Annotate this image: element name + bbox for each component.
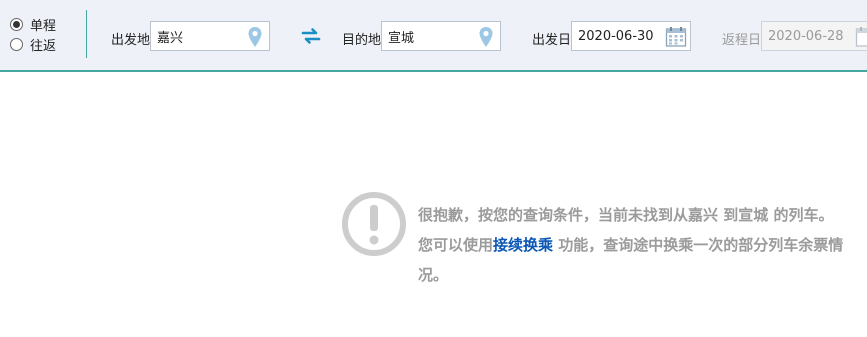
return-date-input: 2020-06-28 (761, 21, 867, 51)
from-station-value: 嘉兴 (157, 30, 184, 46)
divider (86, 10, 87, 58)
return-date-value: 2020-06-28 (768, 28, 844, 44)
location-pin-icon[interactable] (247, 26, 263, 48)
search-toolbar: 单程 往返 出发地 嘉兴 目的地 宣城 出发日 2020-06-30 返程日 2… (0, 0, 867, 72)
no-results-text: 很抱歉，按您的查询条件，当前未找到从嘉兴 到宣城 的列车。您可以使用接续换乘 功… (418, 200, 848, 290)
depart-date-value: 2020-06-30 (578, 28, 654, 44)
from-station-input[interactable]: 嘉兴 (150, 21, 270, 51)
radio-roundtrip[interactable] (10, 37, 23, 51)
from-label: 出发地 (111, 33, 151, 48)
trip-type-roundtrip[interactable]: 往返 (10, 34, 56, 54)
to-station-value: 宣城 (388, 30, 415, 46)
transfer-search-link[interactable]: 接续换乘 (493, 236, 553, 254)
to-label: 目的地 (342, 33, 382, 48)
trip-type-group: 单程 往返 (10, 14, 56, 54)
depart-date-label: 出发日 (532, 33, 572, 48)
trip-type-roundtrip-label: 往返 (30, 38, 57, 54)
location-pin-icon[interactable] (478, 26, 494, 48)
radio-oneway[interactable] (10, 17, 23, 31)
swap-arrows-icon[interactable] (300, 26, 322, 46)
depart-date-input[interactable]: 2020-06-30 (571, 21, 691, 51)
to-station-input[interactable]: 宣城 (381, 21, 501, 51)
trip-type-oneway-label: 单程 (30, 18, 57, 34)
calendar-icon[interactable] (665, 26, 687, 48)
calendar-icon (855, 27, 867, 47)
trip-type-oneway[interactable]: 单程 (10, 14, 56, 34)
return-date-label: 返程日 (722, 33, 762, 48)
exclamation-circle-icon (342, 192, 406, 256)
